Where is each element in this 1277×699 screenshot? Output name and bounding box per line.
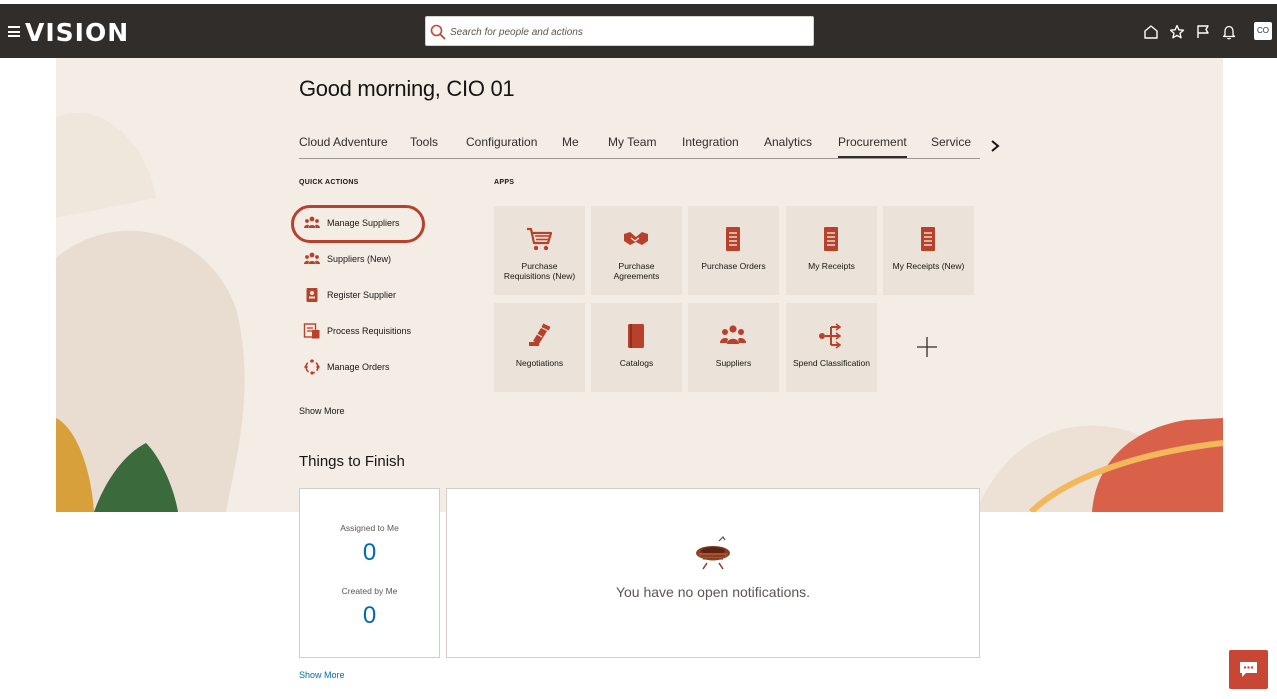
gavel-icon: [529, 323, 551, 346]
id-badge-icon: [306, 288, 318, 302]
app-tile-purchase-requisitions-new[interactable]: Purchase Requisitions (New): [494, 206, 585, 295]
document-icon: [824, 227, 838, 251]
app-tile-label: My Receipts: [808, 261, 855, 271]
flag-icon[interactable]: [1194, 23, 1212, 41]
people-icon: [720, 325, 746, 344]
assigned-to-me-count[interactable]: 0: [300, 539, 439, 567]
app-tile-negotiations[interactable]: Negotiations: [494, 303, 585, 392]
star-icon[interactable]: [1168, 23, 1186, 41]
no-notifications-message: You have no open notifications.: [615, 584, 811, 600]
app-tile-catalogs[interactable]: Catalogs: [591, 303, 682, 392]
assigned-to-me-label: Assigned to Me: [340, 523, 399, 533]
empty-nest-icon: [696, 536, 730, 570]
quick-action-manage-orders[interactable]: Manage Orders: [303, 356, 403, 378]
tab-tools[interactable]: Tools: [410, 135, 438, 149]
tab-cloud-adventure[interactable]: Cloud Adventure: [299, 135, 388, 149]
plus-icon: [917, 337, 937, 357]
quick-action-label: Process Requisitions: [327, 326, 412, 336]
cart-icon: [527, 227, 553, 251]
greeting-title: Good morning, CIO 01: [299, 76, 515, 101]
chevron-right-icon[interactable]: [988, 138, 1002, 154]
people-icon: [304, 252, 320, 264]
app-tile-label: Spend Classification: [792, 358, 870, 368]
tab-me[interactable]: Me: [562, 135, 579, 149]
app-tile-my-receipts[interactable]: My Receipts: [786, 206, 877, 295]
tab-procurement[interactable]: Procurement: [838, 135, 907, 158]
apps-heading: APPS: [494, 179, 515, 186]
app-tile-purchase-orders[interactable]: Purchase Orders: [688, 206, 779, 295]
user-avatar[interactable]: CO: [1254, 22, 1272, 40]
vision-logo[interactable]: VISION: [25, 18, 129, 47]
counts-card: Assigned to Me 0 Created by Me 0: [299, 488, 440, 658]
quick-action-register-supplier[interactable]: Register Supplier: [303, 284, 413, 306]
list-icon: [303, 323, 320, 339]
chat-button[interactable]: [1229, 650, 1268, 689]
created-by-me-label: Created by Me: [341, 586, 398, 596]
cycle-icon: [304, 359, 320, 375]
tab-analytics[interactable]: Analytics: [764, 135, 812, 149]
tab-integration[interactable]: Integration: [682, 135, 739, 149]
app-tile-my-receipts-new[interactable]: My Receipts (New): [883, 206, 974, 295]
quick-action-label: Suppliers (New): [327, 254, 392, 264]
app-tile-label: Negotiations: [515, 358, 564, 368]
app-tile-spend-classification[interactable]: Spend Classification: [786, 303, 877, 392]
app-tile-label: Suppliers: [715, 358, 752, 368]
chat-icon: [1240, 662, 1257, 677]
things-to-finish-heading: Things to Finish: [299, 453, 405, 470]
quick-action-suppliers-new[interactable]: Suppliers (New): [303, 248, 413, 270]
document-icon: [726, 227, 740, 251]
quick-action-process-requisitions[interactable]: Process Requisitions: [303, 320, 423, 342]
bell-icon[interactable]: [1220, 23, 1238, 41]
people-icon: [304, 216, 320, 228]
quick-actions-heading: QUICK ACTIONS: [299, 179, 359, 186]
tab-my-team[interactable]: My Team: [608, 135, 656, 149]
things-to-finish-show-more[interactable]: Show More: [299, 670, 345, 680]
hamburger-icon[interactable]: [8, 26, 20, 37]
search-input[interactable]: [450, 21, 805, 43]
quick-action-manage-suppliers[interactable]: Manage Suppliers: [303, 212, 413, 234]
app-tile-label: Purchase Orders: [701, 261, 766, 271]
book-icon: [628, 324, 644, 348]
tab-service[interactable]: Service: [931, 135, 971, 149]
search-icon: [430, 24, 446, 40]
document-icon: [921, 227, 935, 251]
quick-actions-show-more[interactable]: Show More: [299, 406, 345, 416]
created-by-me-count[interactable]: 0: [300, 602, 439, 630]
app-tile-purchase-agreements[interactable]: Purchase Agreements: [591, 206, 682, 295]
springboard-tabs: Cloud Adventure Tools Configuration Me M…: [299, 128, 980, 159]
global-search[interactable]: [425, 16, 814, 46]
add-app-tile[interactable]: [883, 303, 974, 392]
global-header: VISION CO: [0, 4, 1277, 58]
quick-action-label: Manage Suppliers: [327, 218, 400, 228]
app-tile-label: Catalogs: [619, 358, 654, 368]
notifications-card: You have no open notifications.: [446, 488, 980, 658]
app-tile-label: My Receipts (New): [892, 261, 965, 271]
app-tile-suppliers[interactable]: Suppliers: [688, 303, 779, 392]
tab-configuration[interactable]: Configuration: [466, 135, 537, 149]
classification-icon: [819, 323, 842, 349]
app-tile-label: Purchase Requisitions (New): [503, 261, 576, 281]
quick-action-label: Manage Orders: [327, 362, 390, 372]
handshake-icon: [624, 232, 648, 245]
home-icon[interactable]: [1142, 23, 1160, 41]
quick-action-label: Register Supplier: [327, 290, 397, 300]
app-tile-label: Purchase Agreements: [613, 261, 660, 281]
